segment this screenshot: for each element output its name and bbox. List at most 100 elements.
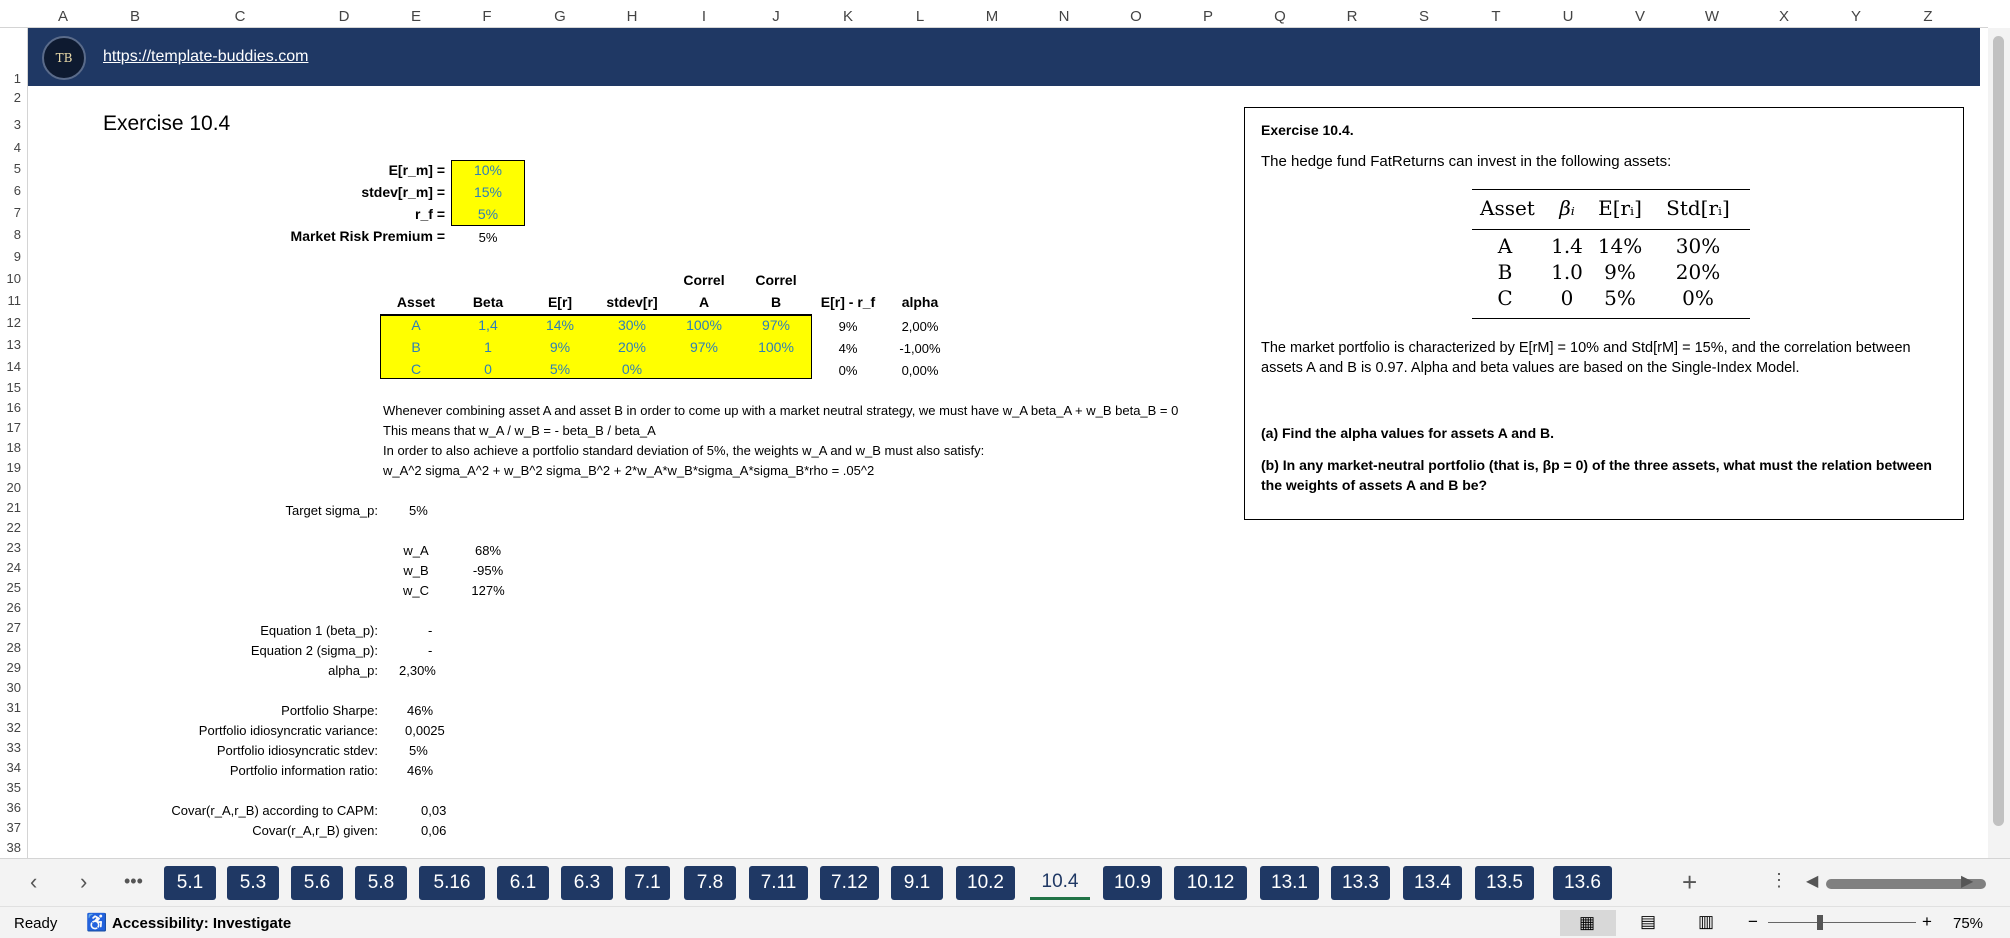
table-cell[interactable]: 2,00% — [884, 319, 956, 334]
mrp-value[interactable]: 5% — [451, 230, 525, 245]
col-header[interactable]: M — [986, 8, 999, 25]
row-header[interactable]: 14 — [7, 359, 21, 374]
row-header[interactable]: 10 — [7, 271, 21, 286]
row-header[interactable]: 31 — [7, 700, 21, 715]
sheet-tab[interactable]: 6.3 — [561, 866, 613, 900]
col-header[interactable]: S — [1419, 8, 1429, 25]
zoom-slider[interactable] — [1768, 922, 1916, 923]
sheet-tab[interactable]: 5.6 — [291, 866, 343, 900]
table-cell[interactable]: 97% — [740, 317, 812, 333]
col-header[interactable]: Q — [1274, 8, 1286, 25]
row-header[interactable]: 12 — [7, 315, 21, 330]
table-cell[interactable]: C — [380, 361, 452, 377]
col-header[interactable]: U — [1563, 8, 1574, 25]
sheet-tab[interactable]: 6.1 — [497, 866, 549, 900]
portfolio-value[interactable]: 0,0025 — [405, 723, 445, 738]
row-header[interactable]: 37 — [7, 820, 21, 835]
portfolio-value[interactable]: 46% — [407, 703, 433, 718]
table-cell[interactable]: 0% — [596, 361, 668, 377]
col-header[interactable]: O — [1130, 8, 1142, 25]
col-header[interactable]: K — [843, 8, 853, 25]
row-header[interactable]: 33 — [7, 740, 21, 755]
website-link[interactable]: https://template-buddies.com — [103, 48, 308, 66]
row-header[interactable]: 13 — [7, 337, 21, 352]
row-header[interactable]: 28 — [7, 640, 21, 655]
col-header[interactable]: I — [702, 8, 706, 25]
row-header[interactable]: 26 — [7, 600, 21, 615]
sheet-tab[interactable]: 13.5 — [1475, 866, 1534, 900]
col-header[interactable]: N — [1059, 8, 1070, 25]
row-header[interactable]: 24 — [7, 560, 21, 575]
row-header[interactable]: 30 — [7, 680, 21, 695]
weight-value[interactable]: 127% — [452, 583, 524, 598]
more-options-icon[interactable]: ⋮ — [1770, 870, 1788, 891]
covar-value[interactable]: 0,03 — [421, 803, 446, 818]
scrollbar-thumb[interactable] — [1993, 36, 2004, 826]
col-header[interactable]: P — [1203, 8, 1213, 25]
table-cell[interactable]: -1,00% — [884, 341, 956, 356]
col-header[interactable]: Z — [1923, 8, 1932, 25]
vertical-scrollbar[interactable] — [1988, 28, 2010, 858]
table-cell[interactable]: 0 — [452, 361, 524, 377]
input-value[interactable]: 10% — [451, 162, 525, 178]
col-header[interactable]: H — [627, 8, 638, 25]
col-header[interactable]: Y — [1851, 8, 1861, 25]
zoom-out-icon[interactable]: − — [1748, 912, 1758, 932]
row-header[interactable]: 6 — [14, 183, 21, 198]
row-header[interactable]: 7 — [14, 205, 21, 220]
table-cell[interactable]: 9% — [524, 339, 596, 355]
alpha-value[interactable]: 2,30% — [399, 663, 436, 678]
zoom-in-icon[interactable]: + — [1922, 912, 1932, 932]
zoom-slider-handle[interactable] — [1817, 915, 1823, 930]
table-cell[interactable]: 14% — [524, 317, 596, 333]
col-header[interactable]: W — [1705, 8, 1719, 25]
scroll-right-icon[interactable]: ▶ — [1961, 871, 1973, 891]
col-header[interactable]: R — [1347, 8, 1358, 25]
col-header[interactable]: C — [235, 8, 246, 25]
row-header[interactable]: 3 — [14, 117, 21, 132]
col-header[interactable]: L — [916, 8, 924, 25]
page-layout-icon[interactable]: ▤ — [1640, 912, 1656, 932]
row-header[interactable]: 22 — [7, 520, 21, 535]
row-header[interactable]: 21 — [7, 500, 21, 515]
col-header[interactable]: G — [554, 8, 566, 25]
zoom-level[interactable]: 75% — [1953, 915, 1983, 932]
table-cell[interactable]: 0% — [812, 363, 884, 378]
equation-value[interactable]: - — [428, 623, 432, 638]
sheet-tab[interactable]: 10.2 — [956, 866, 1015, 900]
col-header[interactable]: D — [339, 8, 350, 25]
add-sheet-icon[interactable]: + — [1682, 867, 1697, 898]
row-header[interactable]: 32 — [7, 720, 21, 735]
row-header[interactable]: 36 — [7, 800, 21, 815]
sheet-tab[interactable]: 7.12 — [820, 866, 879, 900]
row-header[interactable]: 18 — [7, 440, 21, 455]
row-header[interactable]: 11 — [8, 293, 22, 308]
exercise-textbox[interactable]: Exercise 10.4. The hedge fund FatReturns… — [1244, 107, 1964, 520]
table-cell[interactable]: 9% — [812, 319, 884, 334]
accessibility-icon[interactable]: ♿ — [86, 913, 107, 933]
sheet-tab[interactable]: 10.9 — [1103, 866, 1162, 900]
accessibility-status[interactable]: Accessibility: Investigate — [112, 915, 291, 932]
row-header[interactable]: 16 — [7, 400, 21, 415]
row-header[interactable]: 17 — [7, 420, 21, 435]
row-header[interactable]: 25 — [7, 580, 21, 595]
sheet-tab[interactable]: 13.1 — [1260, 866, 1319, 900]
sheet-tab[interactable]: 5.16 — [419, 866, 485, 900]
table-cell[interactable]: 100% — [668, 317, 740, 333]
row-header[interactable]: 8 — [14, 227, 21, 242]
weight-value[interactable]: 68% — [452, 543, 524, 558]
table-cell[interactable]: 1 — [452, 339, 524, 355]
table-cell[interactable]: 1,4 — [452, 317, 524, 333]
table-cell[interactable]: B — [380, 339, 452, 355]
table-cell[interactable]: 30% — [596, 317, 668, 333]
covar-value[interactable]: 0,06 — [421, 823, 446, 838]
row-header[interactable]: 5 — [14, 161, 21, 176]
portfolio-value[interactable]: 46% — [407, 763, 433, 778]
portfolio-value[interactable]: 5% — [409, 743, 428, 758]
scroll-left-icon[interactable]: ◀ — [1806, 871, 1818, 891]
row-header[interactable]: 20 — [7, 480, 21, 495]
col-header[interactable]: A — [58, 8, 68, 25]
weight-value[interactable]: -95% — [452, 563, 524, 578]
sheet-tab[interactable]: 7.8 — [684, 866, 736, 900]
normal-view-button[interactable]: ▦ — [1560, 910, 1616, 936]
